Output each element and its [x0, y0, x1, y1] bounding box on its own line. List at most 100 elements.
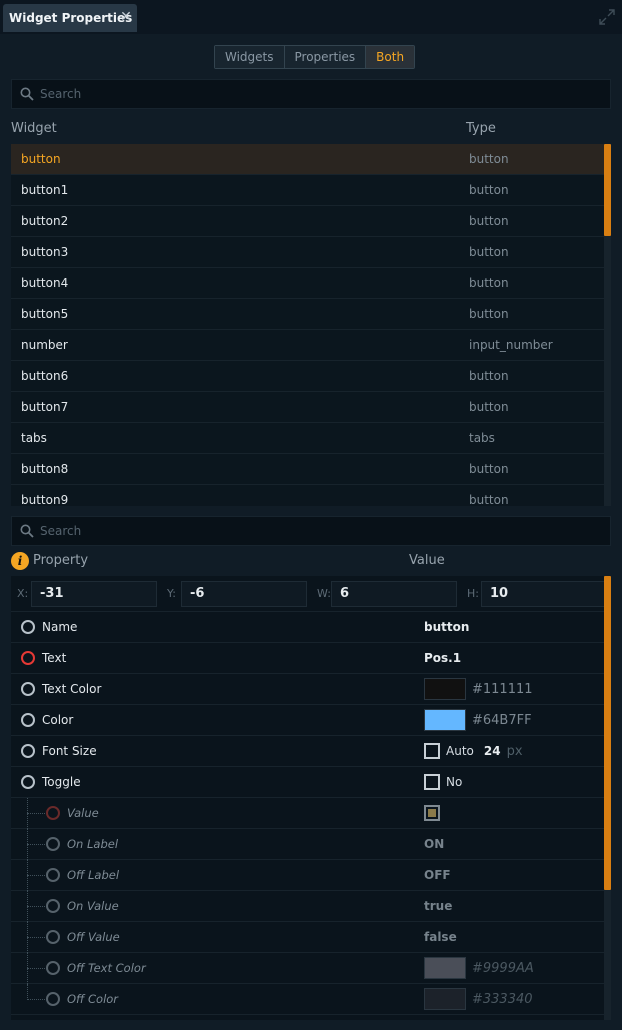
- property-binding-radio[interactable]: [46, 961, 60, 975]
- property-binding-radio[interactable]: [46, 899, 60, 913]
- toggle-value: No: [446, 775, 463, 789]
- widget-list-scroll-thumb[interactable]: [604, 144, 611, 236]
- property-row-off-label[interactable]: Off Label OFF: [11, 860, 611, 891]
- property-label: Name: [42, 620, 78, 634]
- tab-widget-properties[interactable]: Widget Properties ✕: [3, 4, 137, 32]
- property-binding-radio[interactable]: [46, 837, 60, 851]
- toggle-checkbox[interactable]: [424, 774, 440, 790]
- checkbox-fill: [428, 809, 436, 817]
- value-checkbox[interactable]: [424, 805, 440, 821]
- property-row-text[interactable]: Text Pos.1: [11, 643, 611, 674]
- property-binding-radio[interactable]: [21, 682, 35, 696]
- property-binding-radio[interactable]: [21, 775, 35, 789]
- property-binding-radio[interactable]: [46, 930, 60, 944]
- property-row-off-value[interactable]: Off Value false: [11, 922, 611, 953]
- property-label: Off Color: [67, 992, 119, 1006]
- list-item[interactable]: button1 button: [11, 175, 611, 206]
- list-item[interactable]: button button: [11, 144, 611, 175]
- tree-line: [27, 875, 45, 876]
- tab-bar: Widget Properties ✕: [0, 0, 622, 34]
- widget-list: button button button1 button button2 but…: [11, 144, 611, 506]
- property-row-font-size[interactable]: Font Size Auto 24 px: [11, 736, 611, 767]
- tree-line: [27, 937, 45, 938]
- property-row-off-text-color[interactable]: Off Text Color #9999AA: [11, 953, 611, 984]
- property-label: On Value: [67, 899, 119, 913]
- x-field[interactable]: -31: [31, 580, 157, 607]
- view-toggle-properties[interactable]: Properties: [284, 46, 367, 68]
- view-toggle-widgets[interactable]: Widgets: [215, 46, 285, 68]
- property-value[interactable]: OFF: [424, 868, 451, 882]
- tree-line: [27, 984, 28, 1000]
- x-label: X:: [17, 587, 29, 600]
- h-field[interactable]: 10: [481, 580, 607, 607]
- view-toggle-both[interactable]: Both: [366, 46, 415, 68]
- value-column-header[interactable]: Value: [409, 553, 445, 568]
- property-column-header[interactable]: Property: [33, 553, 88, 568]
- list-item[interactable]: button8 button: [11, 454, 611, 485]
- color-swatch[interactable]: [424, 988, 466, 1010]
- list-item[interactable]: button4 button: [11, 268, 611, 299]
- property-value[interactable]: ON: [424, 837, 444, 851]
- property-row-color[interactable]: Color #64B7FF: [11, 705, 611, 736]
- property-list-scroll-thumb[interactable]: [604, 576, 611, 890]
- widget-column-header[interactable]: Widget: [11, 121, 57, 136]
- property-label: Off Text Color: [67, 961, 146, 975]
- auto-checkbox[interactable]: [424, 743, 440, 759]
- property-list-scrollbar[interactable]: [604, 576, 611, 1020]
- property-search-input[interactable]: [40, 524, 580, 538]
- property-binding-radio[interactable]: [46, 868, 60, 882]
- geometry-row: X: -31 Y: -6 W: 6 H: 10: [11, 576, 611, 612]
- widget-list-scrollbar[interactable]: [604, 144, 611, 506]
- property-row-on-value[interactable]: On Value true: [11, 891, 611, 922]
- property-row-value[interactable]: Value: [11, 798, 611, 829]
- property-row-off-color[interactable]: Off Color #333340: [11, 984, 611, 1015]
- property-row-text-color[interactable]: Text Color #111111: [11, 674, 611, 705]
- color-hex[interactable]: #111111: [472, 682, 533, 697]
- property-search-box: [11, 516, 611, 546]
- property-binding-radio[interactable]: [21, 744, 35, 758]
- property-label: On Label: [67, 837, 119, 851]
- property-row-toggle[interactable]: Toggle No: [11, 767, 611, 798]
- w-field[interactable]: 6: [331, 580, 457, 607]
- y-field[interactable]: -6: [181, 580, 307, 607]
- tree-line: [27, 999, 45, 1000]
- font-size-value[interactable]: 24: [484, 744, 501, 758]
- color-hex[interactable]: #9999AA: [472, 961, 534, 976]
- list-item[interactable]: button3 button: [11, 237, 611, 268]
- search-icon: [20, 87, 34, 101]
- close-icon[interactable]: ✕: [119, 10, 133, 24]
- property-binding-radio[interactable]: [21, 620, 35, 634]
- property-binding-radio[interactable]: [21, 713, 35, 727]
- h-label: H:: [467, 587, 479, 600]
- property-value[interactable]: true: [424, 899, 452, 913]
- property-binding-radio[interactable]: [46, 992, 60, 1006]
- property-value[interactable]: Pos.1: [424, 651, 461, 665]
- list-item[interactable]: button5 button: [11, 299, 611, 330]
- type-column-header[interactable]: Type: [466, 121, 496, 136]
- list-item[interactable]: button9 button: [11, 485, 611, 506]
- list-item[interactable]: number input_number: [11, 330, 611, 361]
- color-swatch[interactable]: [424, 957, 466, 979]
- property-value[interactable]: button: [424, 620, 469, 634]
- maximize-icon[interactable]: [598, 8, 616, 26]
- color-swatch[interactable]: [424, 678, 466, 700]
- color-hex[interactable]: #64B7FF: [472, 713, 532, 728]
- list-item[interactable]: button7 button: [11, 392, 611, 423]
- property-label: Color: [42, 713, 74, 727]
- list-item[interactable]: tabs tabs: [11, 423, 611, 454]
- property-value[interactable]: false: [424, 930, 457, 944]
- widget-search-box: [11, 79, 611, 109]
- info-icon[interactable]: i: [11, 552, 29, 570]
- view-toggle: Widgets Properties Both: [214, 45, 416, 69]
- property-row-name[interactable]: Name button: [11, 612, 611, 643]
- property-binding-radio[interactable]: [21, 651, 35, 665]
- color-swatch[interactable]: [424, 709, 466, 731]
- property-row-on-label[interactable]: On Label ON: [11, 829, 611, 860]
- property-binding-radio[interactable]: [46, 806, 60, 820]
- property-label: Off Label: [67, 868, 120, 882]
- color-hex[interactable]: #333340: [472, 992, 533, 1007]
- tree-line: [27, 906, 45, 907]
- list-item[interactable]: button2 button: [11, 206, 611, 237]
- list-item[interactable]: button6 button: [11, 361, 611, 392]
- widget-search-input[interactable]: [40, 87, 580, 101]
